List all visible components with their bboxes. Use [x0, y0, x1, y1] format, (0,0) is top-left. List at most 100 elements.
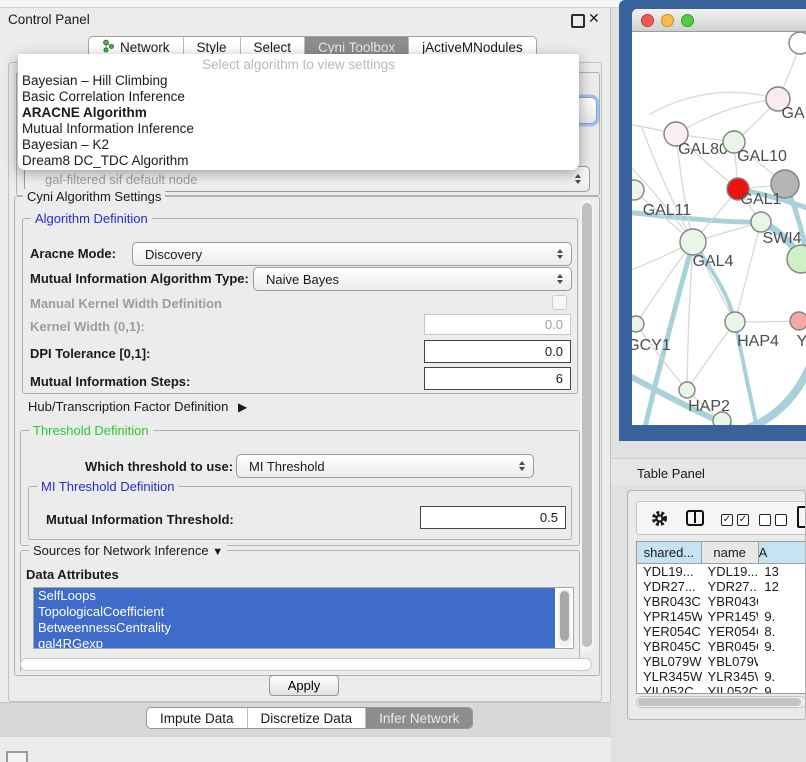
float-icon[interactable]: [571, 14, 585, 28]
mi-type-combobox[interactable]: Naive Bayes: [253, 267, 572, 291]
aracne-mode-label: Aracne Mode:: [30, 246, 116, 261]
table-column-header[interactable]: name: [702, 542, 759, 564]
network-node[interactable]: [725, 312, 745, 332]
algorithm-option[interactable]: Bayesian – Hill Climbing: [18, 73, 579, 89]
table-column-header[interactable]: shared...: [637, 542, 702, 564]
collapse-arrow-icon: ▼: [212, 546, 223, 558]
table-row[interactable]: YPR145WYPR145W9.: [637, 609, 806, 624]
network-node[interactable]: [713, 412, 731, 425]
gear-icon[interactable]: [650, 509, 669, 533]
network-node-label: GAL11: [643, 202, 692, 219]
mi-threshold-value: 0.5: [540, 510, 558, 525]
network-canvas[interactable]: GAL7GAL80GAL10GAL1SWI4GAL11GAL4GCY1HAP4Y…: [632, 32, 806, 425]
checked-checkbox-icon[interactable]: ✓: [737, 514, 749, 526]
table-row[interactable]: YIL052CYIL052C9.: [637, 684, 806, 694]
attribute-list-item[interactable]: gal4RGexp: [34, 636, 555, 649]
settings-vscroll-thumb[interactable]: [582, 203, 592, 647]
table-cell: YIL052C: [637, 684, 702, 694]
columns-icon[interactable]: [686, 510, 704, 526]
kernel-width-field[interactable]: 0.0: [424, 314, 571, 335]
table-cell: YPR145W: [702, 609, 759, 624]
table-cell: YIL052C: [702, 684, 759, 694]
table-cell: YER054C: [702, 624, 759, 639]
network-node-label: GAL80: [678, 141, 728, 158]
which-threshold-label: Which threshold to use:: [85, 459, 233, 474]
window-minimize-button[interactable]: [661, 14, 674, 27]
checked-checkbox-icon[interactable]: ✓: [721, 514, 733, 526]
manual-kernel-label: Manual Kernel Width Definition: [30, 296, 222, 311]
data-attributes-list[interactable]: SelfLoopsTopologicalCoefficientBetweenne…: [33, 587, 574, 649]
table-body: YDL19...YDL19...13YDR27...YDR27...12YBR0…: [637, 564, 806, 694]
table-row[interactable]: YBR043CYBR043C: [637, 594, 806, 609]
settings-hscroll[interactable]: [20, 658, 592, 671]
table-cell: YER054C: [637, 624, 702, 639]
network-node[interactable]: [751, 212, 771, 232]
table-panel-body: ✓ ✓ shared...nameA YDL19...YDL19...13YDR…: [627, 490, 806, 720]
table-hscroll-thumb[interactable]: [638, 698, 801, 706]
close-icon[interactable]: ✕: [588, 10, 600, 27]
table-cell: YBR043C: [702, 594, 759, 609]
which-threshold-combobox[interactable]: MI Threshold: [236, 454, 534, 478]
network-node[interactable]: [790, 312, 806, 330]
sources-group-title[interactable]: Sources for Network Inference ▼: [29, 543, 227, 558]
aracne-mode-combobox[interactable]: Discovery: [132, 242, 572, 266]
dpi-tolerance-field[interactable]: 0.0: [424, 340, 571, 363]
network-node[interactable]: [679, 382, 695, 398]
combo-arrows-icon: [575, 174, 581, 184]
tab-impute-data-label: Impute Data: [160, 711, 234, 726]
algorithm-option[interactable]: Mutual Information Inference: [18, 121, 579, 137]
unchecked-checkbox-icon[interactable]: [759, 514, 771, 526]
mi-steps-field[interactable]: 6: [424, 367, 571, 390]
network-node[interactable]: [680, 229, 706, 255]
table-cell: [758, 594, 806, 609]
network-window-titlebar[interactable]: [632, 9, 806, 32]
network-node-label: GAL1: [741, 191, 782, 208]
table-cell: 9.: [758, 669, 806, 684]
tab-infer-network[interactable]: Infer Network: [365, 708, 472, 728]
tab-impute-data[interactable]: Impute Data: [147, 708, 247, 728]
table-row[interactable]: YBR045CYBR045C9.: [637, 639, 806, 654]
file-icon[interactable]: [797, 506, 806, 528]
window-close-button[interactable]: [641, 14, 654, 27]
table-row[interactable]: YDR27...YDR27...12: [637, 579, 806, 594]
minimized-panel-icon[interactable]: [6, 751, 28, 762]
tab-discretize-data[interactable]: Discretize Data: [247, 708, 366, 728]
control-panel-title: Control Panel: [8, 12, 90, 27]
network-node[interactable]: [789, 32, 806, 54]
mi-threshold-field[interactable]: 0.5: [420, 506, 566, 529]
algorithm-option[interactable]: Basic Correlation Inference: [18, 89, 579, 105]
unchecked-checkbox-icon[interactable]: [775, 514, 787, 526]
table-cell: YBR043C: [637, 594, 702, 609]
table-cell: YLR345W: [637, 669, 702, 684]
kernel-width-label: Kernel Width (0,1):: [30, 319, 145, 334]
algorithm-option[interactable]: Bayesian – K2: [18, 137, 579, 153]
algorithm-dropdown-prompt: Select algorithm to view settings: [18, 56, 579, 73]
table-row[interactable]: YBL079WYBL079W: [637, 654, 806, 669]
tab-select-label: Select: [254, 40, 292, 55]
network-node-label: Y: [797, 333, 806, 350]
table-cell: YDR27...: [702, 579, 759, 594]
attr-list-vscroll-thumb[interactable]: [560, 591, 569, 641]
table-cell: [758, 654, 806, 669]
table-row[interactable]: YLR345WYLR345W9.: [637, 669, 806, 684]
algorithm-option[interactable]: Dream8 DC_TDC Algorithm: [18, 153, 579, 169]
network-node[interactable]: [787, 245, 806, 273]
table-column-header[interactable]: A: [759, 542, 806, 564]
tab-cyni-toolbox-label: Cyni Toolbox: [318, 40, 395, 55]
table-row[interactable]: YER054CYER054C8.: [637, 624, 806, 639]
table-panel-titlebar: Table Panel: [611, 458, 806, 486]
table-cell: YDR27...: [637, 579, 702, 594]
network-combobox-value: gal-filtered sif default node: [37, 172, 197, 187]
node-table[interactable]: shared...nameA YDL19...YDL19...13YDR27..…: [636, 541, 806, 694]
manual-kernel-checkbox[interactable]: [552, 295, 567, 310]
table-row[interactable]: YDL19...YDL19...13: [637, 564, 806, 579]
hub-tf-definition-toggle[interactable]: Hub/Transcription Factor Definition ▶: [28, 399, 247, 414]
attribute-list-item[interactable]: BetweennessCentrality: [34, 620, 555, 636]
algorithm-option[interactable]: ARACNE Algorithm: [18, 105, 579, 121]
apply-button[interactable]: Apply: [269, 675, 339, 696]
network-node[interactable]: [632, 316, 644, 332]
window-zoom-button[interactable]: [681, 14, 694, 27]
attribute-list-item[interactable]: SelfLoops: [34, 588, 555, 604]
attribute-list-item[interactable]: TopologicalCoefficient: [34, 604, 555, 620]
expand-arrow-icon: ▶: [238, 400, 247, 414]
